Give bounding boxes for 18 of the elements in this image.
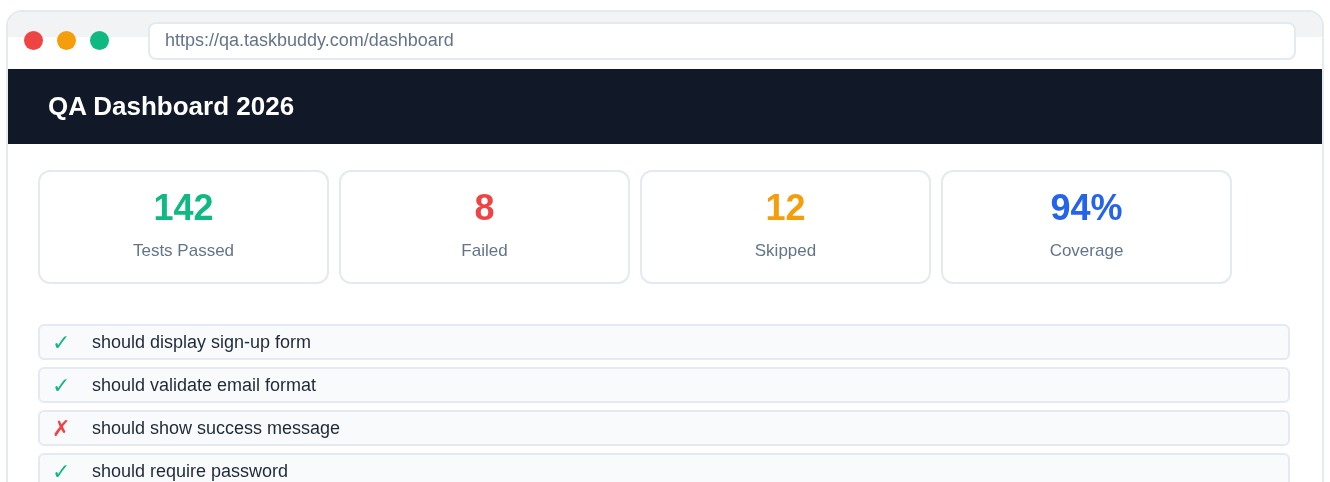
status-mark: ✗ [52, 414, 71, 443]
test-name: should validate email format [92, 373, 317, 397]
stat-value: 8 [474, 186, 495, 230]
stat-label: Coverage [1049, 240, 1124, 262]
stat-value: 12 [765, 186, 806, 230]
address-field[interactable]: https://qa.taskbuddy.com/dashboard [148, 21, 1296, 60]
status-mark: ✓ [52, 457, 71, 482]
status-mark: ✓ [52, 328, 71, 357]
status-mark: ✓ [52, 371, 71, 400]
page-title: QA Dashboard 2026 [48, 90, 295, 123]
stat-label: Skipped [754, 240, 817, 262]
test-name: should require password [92, 459, 289, 482]
test-name: should show success message [92, 416, 341, 440]
stat-value: 142 [153, 186, 214, 230]
test-name: should display sign-up form [92, 330, 312, 354]
stat-label: Failed [461, 240, 508, 262]
stat-value: 94% [1050, 186, 1123, 230]
stat-label: Tests Passed [132, 240, 235, 262]
